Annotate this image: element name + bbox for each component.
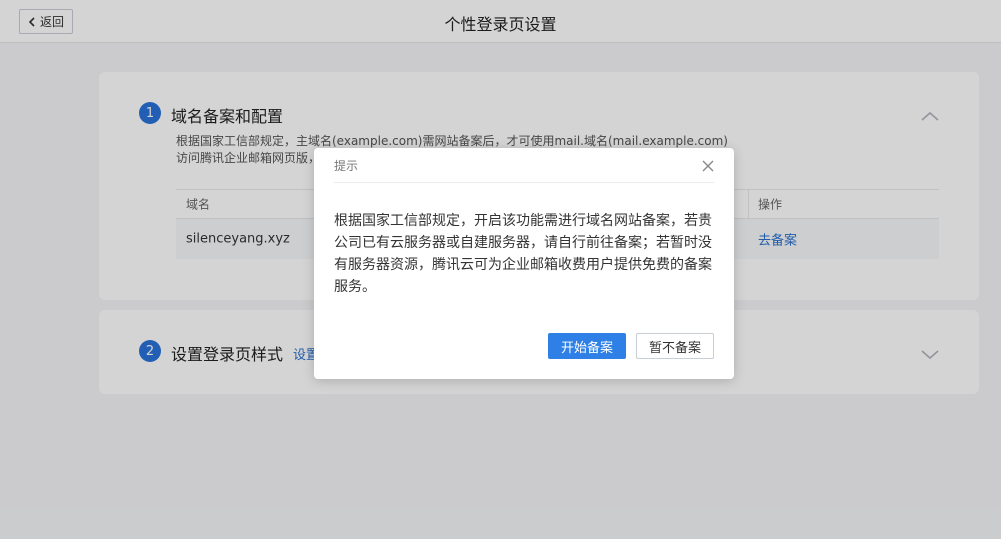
dialog-title: 提示 — [334, 159, 359, 173]
dialog-message: 根据国家工信部规定，开启该功能需进行域名网站备案，若贵公司已有云服务器或自建服务… — [334, 213, 712, 295]
dialog-divider — [334, 182, 714, 183]
prompt-dialog: 提示 根据国家工信部规定，开启该功能需进行域名网站备案，若贵公司已有云服务器或自… — [314, 148, 734, 379]
close-icon[interactable] — [700, 158, 716, 174]
skip-registration-button[interactable]: 暂不备案 — [636, 333, 714, 359]
start-registration-button[interactable]: 开始备案 — [548, 333, 626, 359]
